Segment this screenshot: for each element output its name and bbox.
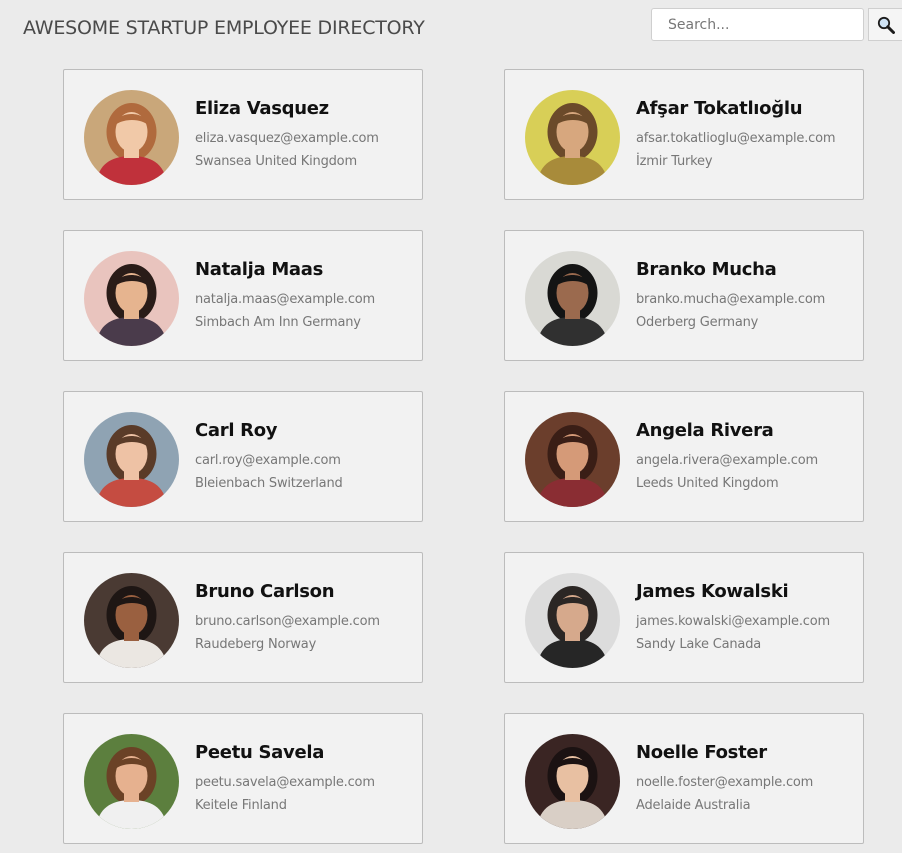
employee-name: James Kowalski (636, 581, 789, 602)
employee-card[interactable]: Bruno Carlson bruno.carlson@example.com Ra… (63, 552, 423, 683)
employee-info: Bruno Carlson bruno.carlson@example.com Ra… (195, 581, 418, 652)
employee-email: noelle.foster@example.com (636, 775, 814, 790)
employee-info: Natalja Maas natalja.maas@example.com Simb… (195, 259, 418, 330)
employee-name: Carl Roy (195, 420, 278, 441)
employee-email: bruno.carlson@example.com (195, 614, 380, 629)
employee-email: peetu.savela@example.com (195, 775, 375, 790)
employee-avatar (84, 412, 179, 507)
employee-name: Peetu Savela (195, 742, 325, 763)
employee-card[interactable]: James Kowalski james.kowalski@example.com… (504, 552, 864, 683)
employee-email: james.kowalski@example.com (636, 614, 830, 629)
employee-email: natalja.maas@example.com (195, 292, 376, 307)
employee-gallery: Eliza Vasquez eliza.vasquez@example.com Sw… (63, 69, 864, 844)
employee-location: Leeds United Kingdom (636, 476, 779, 491)
employee-location: Swansea United Kingdom (195, 154, 357, 169)
employee-avatar (525, 734, 620, 829)
employee-location: Sandy Lake Canada (636, 637, 762, 652)
employee-card[interactable]: Peetu Savela peetu.savela@example.com Keit… (63, 713, 423, 844)
employee-avatar (84, 734, 179, 829)
page-title: AWESOME STARTUP EMPLOYEE DIRECTORY (23, 17, 425, 39)
employee-name: Bruno Carlson (195, 581, 335, 602)
employee-card[interactable]: Angela Rivera angela.rivera@example.com Le… (504, 391, 864, 522)
employee-avatar (525, 90, 620, 185)
employee-avatar (84, 90, 179, 185)
employee-name: Eliza Vasquez (195, 98, 329, 119)
employee-avatar (525, 251, 620, 346)
employee-name: Noelle Foster (636, 742, 767, 763)
search-input[interactable] (651, 8, 864, 41)
employee-avatar (525, 412, 620, 507)
employee-name: Angela Rivera (636, 420, 774, 441)
employee-name: Afşar Tokatlıoğlu (636, 98, 803, 119)
employee-name: Branko Mucha (636, 259, 777, 280)
employee-location: Adelaide Australia (636, 798, 751, 813)
search-icon (877, 16, 895, 34)
employee-location: Bleienbach Switzerland (195, 476, 343, 491)
employee-email: branko.mucha@example.com (636, 292, 826, 307)
employee-info: Branko Mucha branko.mucha@example.com Oder… (636, 259, 859, 330)
employee-avatar (84, 251, 179, 346)
employee-card[interactable]: Afşar Tokatlıoğlu afsar.tokatlioglu@examp… (504, 69, 864, 200)
employee-info: James Kowalski james.kowalski@example.com… (636, 581, 859, 652)
employee-avatar (525, 573, 620, 668)
employee-info: Peetu Savela peetu.savela@example.com Keit… (195, 742, 418, 813)
employee-info: Noelle Foster noelle.foster@example.com Ad… (636, 742, 859, 813)
employee-location: Oderberg Germany (636, 315, 759, 330)
employee-email: afsar.tokatlioglu@example.com (636, 131, 836, 146)
employee-name: Natalja Maas (195, 259, 324, 280)
employee-avatar (84, 573, 179, 668)
employee-info: Carl Roy carl.roy@example.com Bleienbach S… (195, 420, 418, 491)
employee-card[interactable]: Carl Roy carl.roy@example.com Bleienbach S… (63, 391, 423, 522)
employee-card[interactable]: Noelle Foster noelle.foster@example.com Ad… (504, 713, 864, 844)
employee-location: Simbach Am Inn Germany (195, 315, 361, 330)
employee-info: Afşar Tokatlıoğlu afsar.tokatlioglu@examp… (636, 98, 859, 169)
employee-email: carl.roy@example.com (195, 453, 341, 468)
employee-info: Angela Rivera angela.rivera@example.com Le… (636, 420, 859, 491)
employee-location: Raudeberg Norway (195, 637, 317, 652)
employee-card[interactable]: Natalja Maas natalja.maas@example.com Simb… (63, 230, 423, 361)
employee-card[interactable]: Eliza Vasquez eliza.vasquez@example.com Sw… (63, 69, 423, 200)
employee-email: eliza.vasquez@example.com (195, 131, 379, 146)
employee-email: angela.rivera@example.com (636, 453, 818, 468)
employee-location: İzmir Turkey (636, 154, 713, 169)
search-button[interactable] (868, 8, 902, 41)
employee-card[interactable]: Branko Mucha branko.mucha@example.com Oder… (504, 230, 864, 361)
employee-info: Eliza Vasquez eliza.vasquez@example.com Sw… (195, 98, 418, 169)
employee-location: Keitele Finland (195, 798, 287, 813)
